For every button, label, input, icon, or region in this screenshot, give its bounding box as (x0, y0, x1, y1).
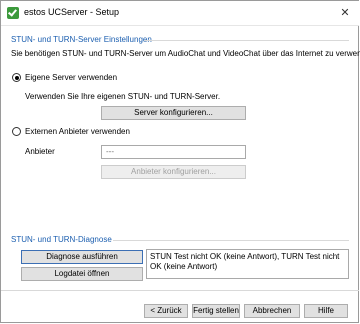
help-button[interactable]: Hilfe (304, 304, 348, 318)
run-diagnosis-button[interactable]: Diagnose ausführen (21, 250, 143, 264)
open-logfile-button[interactable]: Logdatei öffnen (21, 267, 143, 281)
external-provider-label[interactable]: Externen Anbieter verwenden (25, 127, 130, 136)
title-bar: estos UCServer - Setup ✕ (1, 1, 359, 26)
provider-input[interactable]: --- (101, 145, 246, 159)
cancel-button[interactable]: Abbrechen (244, 304, 300, 318)
own-server-radio[interactable] (12, 73, 21, 82)
stun-description: Sie benötigen STUN- und TURN-Server um A… (11, 49, 360, 58)
footer-divider (1, 290, 359, 291)
configure-server-button[interactable]: Server konfigurieren... (101, 106, 246, 120)
window-title: estos UCServer - Setup (24, 7, 120, 17)
diagnosis-result: STUN Test nicht OK (keine Antwort), TURN… (146, 249, 349, 279)
setup-window: estos UCServer - Setup ✕ STUN- und TURN-… (0, 0, 360, 323)
own-server-hint: Verwenden Sie Ihre eigenen STUN- und TUR… (25, 92, 221, 101)
section-divider (113, 240, 349, 241)
back-button[interactable]: < Zurück (144, 304, 188, 318)
provider-field-label: Anbieter (25, 147, 55, 156)
close-icon[interactable]: ✕ (337, 5, 353, 21)
finish-button[interactable]: Fertig stellen (192, 304, 240, 318)
configure-provider-button: Anbieter konfigurieren... (101, 165, 246, 179)
diagnosis-section-heading: STUN- und TURN-Diagnose (11, 235, 112, 244)
stun-section-heading: STUN- und TURN-Server Einstellungen (11, 35, 152, 44)
own-server-label[interactable]: Eigene Server verwenden (25, 73, 117, 82)
external-provider-radio[interactable] (12, 127, 21, 136)
section-divider (144, 40, 349, 41)
app-check-icon (7, 7, 19, 19)
